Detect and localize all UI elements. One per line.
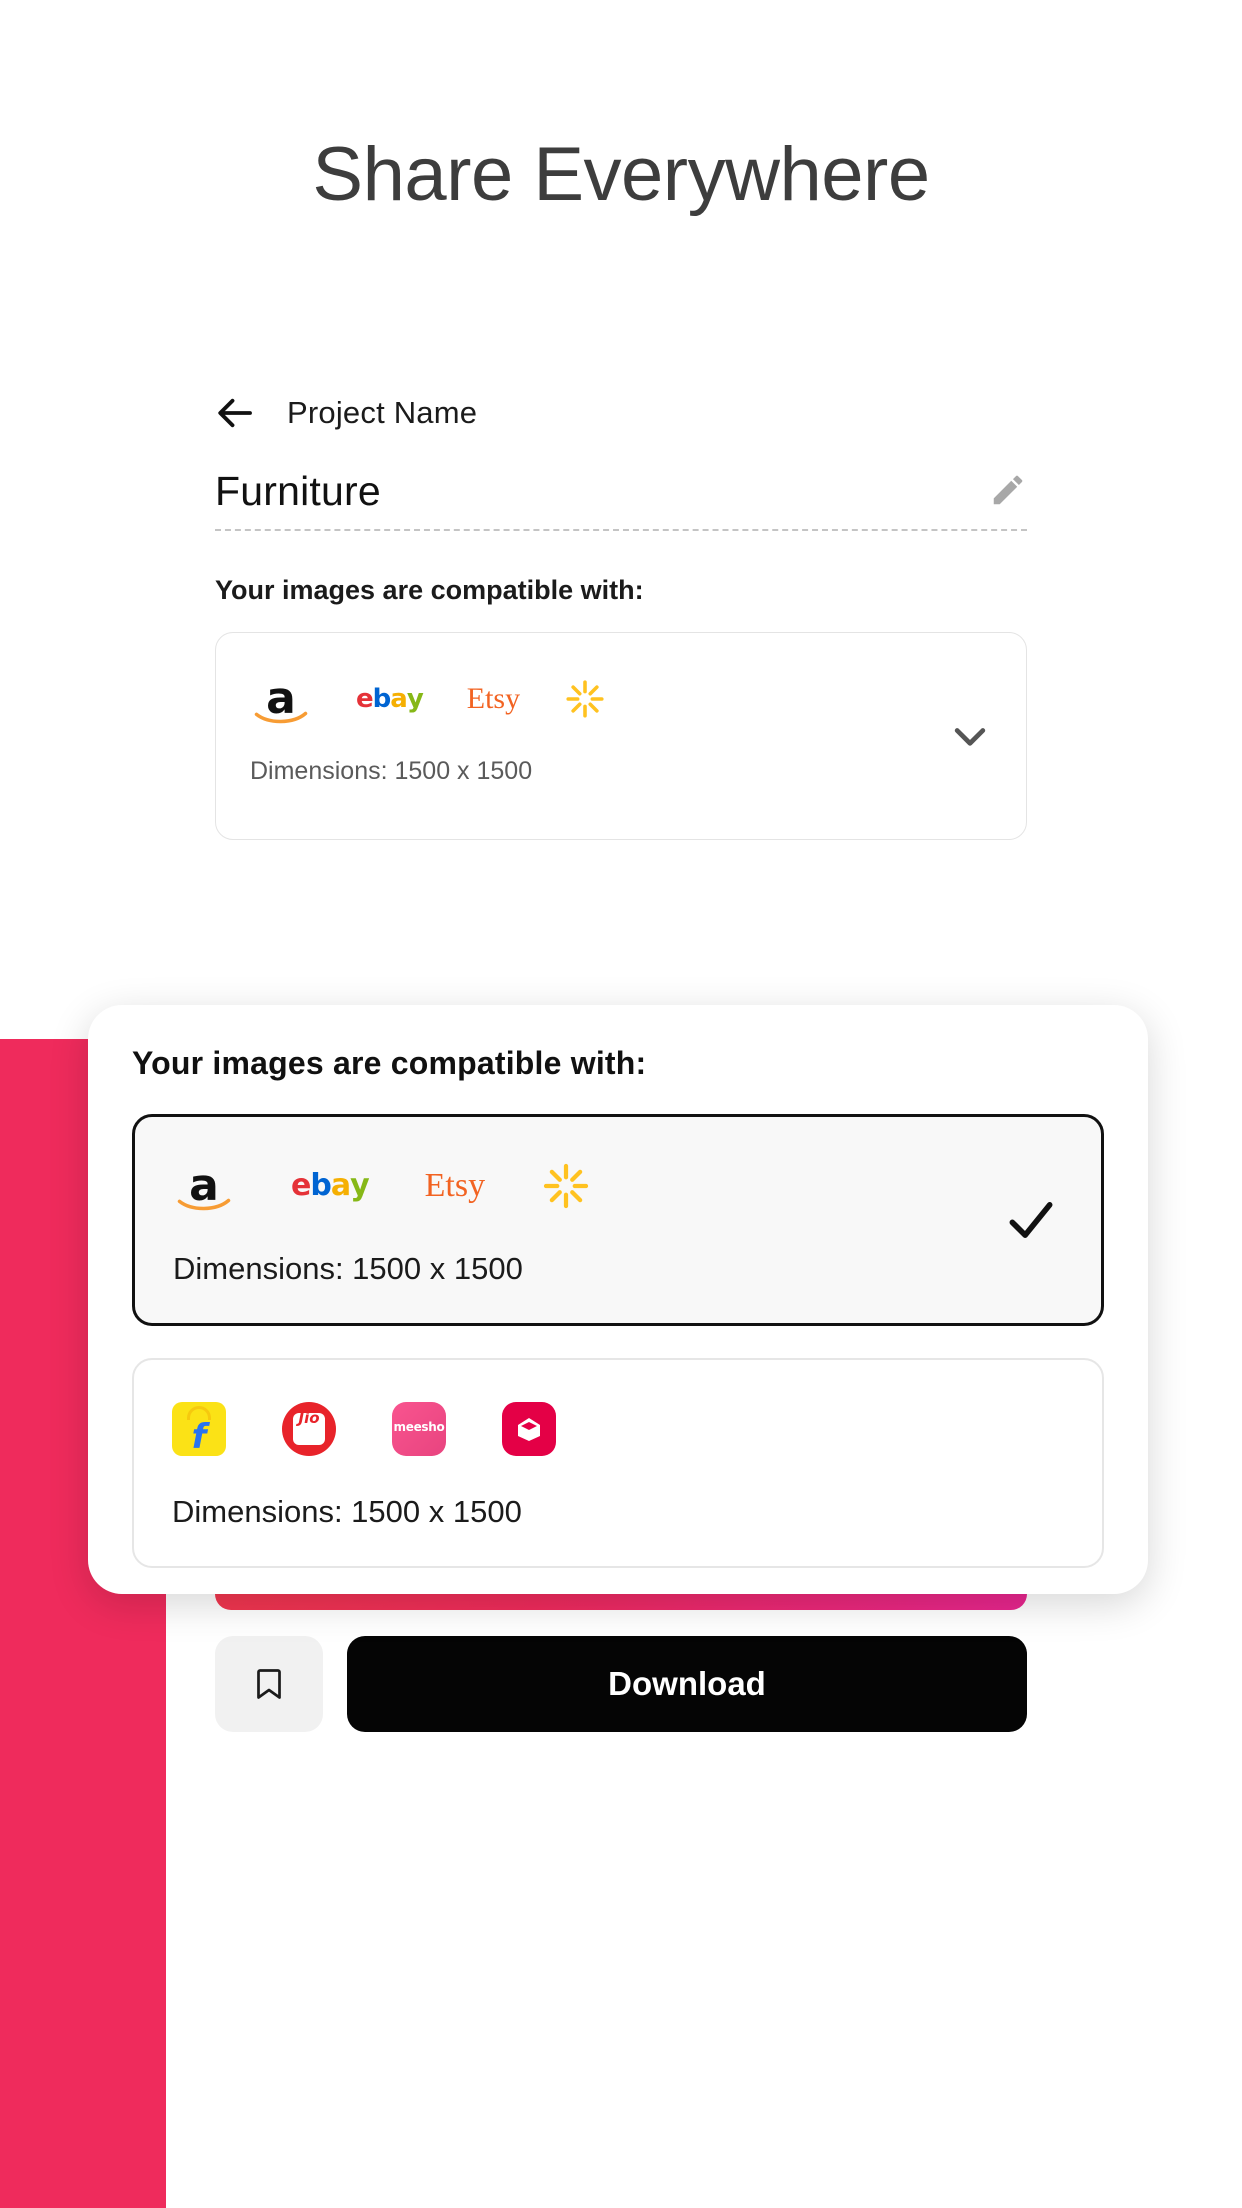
project-name-value: Furniture <box>215 468 381 514</box>
amazon-swoosh-icon <box>254 711 308 724</box>
amazon-icon: a <box>250 672 312 726</box>
amazon-icon: a <box>173 1159 235 1213</box>
download-button[interactable]: Download <box>347 1635 1027 1732</box>
chevron-down-icon[interactable] <box>948 714 992 758</box>
ebay-letter-a: a <box>330 1168 351 1203</box>
project-name-field[interactable]: Furniture <box>215 468 1027 531</box>
app-bar-title: Project Name <box>287 395 478 430</box>
sheet-option-global[interactable]: a ebay Etsy Dimensions: 1500 x 1500 <box>132 1114 1104 1326</box>
flipkart-letter: f <box>191 1417 207 1456</box>
marketplace-logo-row: f Jio meesho <box>172 1400 1064 1458</box>
meesho-label: meesho <box>393 1420 445 1434</box>
sheet-option-india[interactable]: f Jio meesho Dimensions: 1500 x 1500 <box>132 1358 1104 1568</box>
page-title: Share Everywhere <box>312 132 930 217</box>
ebay-letter-a: a <box>390 684 408 714</box>
ebay-letter-b: b <box>310 1168 332 1203</box>
arrow-left-icon[interactable] <box>215 392 257 434</box>
ebay-letter-e: e <box>291 1168 311 1203</box>
walmart-icon <box>566 680 604 718</box>
bottom-sheet-title: Your images are compatible with: <box>132 1045 647 1081</box>
snapdeal-box-glyph <box>518 1418 540 1441</box>
marketplace-logo-row: a ebay Etsy <box>250 671 992 727</box>
ebay-icon: ebay <box>356 684 424 714</box>
ebay-letter-y: y <box>350 1168 370 1203</box>
ebay-icon: ebay <box>291 1168 370 1203</box>
card-dimensions: Dimensions: 1500 x 1500 <box>250 757 533 785</box>
option-dimensions: Dimensions: 1500 x 1500 <box>173 1251 523 1286</box>
option-dimensions: Dimensions: 1500 x 1500 <box>172 1494 522 1529</box>
compatibility-label: Your images are compatible with: <box>215 575 644 605</box>
snapdeal-icon <box>502 1402 556 1456</box>
amazon-swoosh-icon <box>177 1198 231 1211</box>
bookmark-icon <box>257 1668 281 1699</box>
pencil-icon[interactable] <box>989 471 1027 509</box>
ebay-letter-b: b <box>372 684 392 714</box>
bookmark-button[interactable] <box>215 1635 323 1732</box>
walmart-icon <box>543 1163 589 1209</box>
compatibility-card[interactable]: a ebay Etsy Dimensions: 1500 x 1500 <box>215 632 1027 840</box>
app-bar: Project Name <box>171 330 1071 434</box>
jiomart-icon: Jio <box>282 1402 336 1456</box>
compatibility-bottom-sheet: Your images are compatible with: a ebay … <box>88 1005 1148 1594</box>
promo-screenshot: Share Everywhere Project Name Furniture <box>0 0 1242 2208</box>
flipkart-icon: f <box>172 1402 226 1456</box>
meesho-icon: meesho <box>392 1402 446 1456</box>
jiomart-label: Jio <box>298 1409 320 1427</box>
etsy-icon: Etsy <box>424 1167 486 1204</box>
check-icon <box>1009 1202 1053 1238</box>
etsy-icon: Etsy <box>466 682 521 715</box>
ebay-letter-y: y <box>406 684 424 714</box>
bottom-action-bar: Download <box>215 1635 1027 1732</box>
marketplace-logo-row: a ebay Etsy <box>173 1157 1063 1215</box>
ebay-letter-e: e <box>356 684 374 714</box>
